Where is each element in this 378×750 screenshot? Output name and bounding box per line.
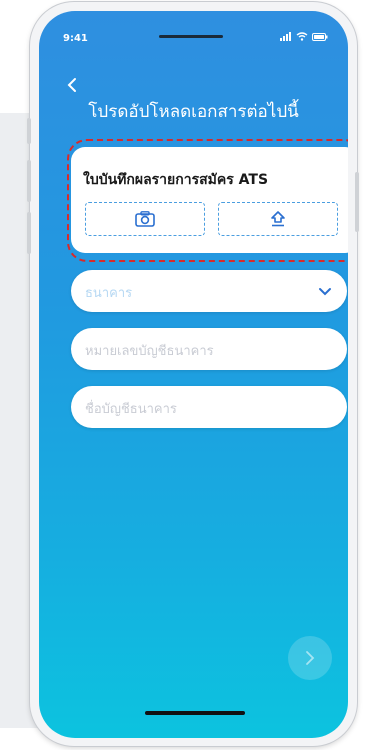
chevron-right-icon xyxy=(306,651,315,665)
status-bar: 9:41 xyxy=(39,11,348,51)
bank-select[interactable]: ธนาคาร xyxy=(71,270,347,312)
phone-side-button xyxy=(27,118,31,144)
status-icons xyxy=(280,32,328,41)
camera-icon xyxy=(135,211,155,227)
next-button[interactable] xyxy=(288,636,332,680)
app-screen: 9:41 โปรดอัปโหลดเอกสารต่อไปนี้ ใบบันทึกผ… xyxy=(39,11,348,738)
account-number-placeholder: หมายเลขบัญชีธนาคาร xyxy=(85,344,214,359)
chevron-down-icon xyxy=(319,288,331,296)
cellular-signal-icon xyxy=(280,32,291,41)
account-name-placeholder: ชื่อบัญชีธนาคาร xyxy=(85,402,177,417)
card-title: ใบบันทึกผลรายการสมัคร ATS xyxy=(83,172,269,188)
bank-select-placeholder: ธนาคาร xyxy=(85,286,133,301)
account-number-input[interactable]: หมายเลขบัญชีธนาคาร xyxy=(71,328,347,370)
chevron-left-icon xyxy=(67,78,76,92)
phone-side-button xyxy=(27,212,31,254)
camera-button[interactable] xyxy=(85,202,205,236)
upload-button[interactable] xyxy=(218,202,338,236)
speaker-notch xyxy=(159,35,223,38)
upload-icon xyxy=(271,211,285,227)
phone-side-button xyxy=(355,172,359,232)
phone-side-button xyxy=(27,160,31,202)
ats-document-card: ใบบันทึกผลรายการสมัคร ATS xyxy=(71,147,348,253)
home-indicator xyxy=(145,711,245,715)
battery-icon xyxy=(312,32,328,41)
page-title: โปรดอัปโหลดเอกสารต่อไปนี้ xyxy=(88,102,299,122)
wifi-icon xyxy=(296,32,308,41)
account-name-input[interactable]: ชื่อบัญชีธนาคาร xyxy=(71,386,347,428)
back-button[interactable] xyxy=(61,74,83,96)
status-time: 9:41 xyxy=(63,33,88,44)
